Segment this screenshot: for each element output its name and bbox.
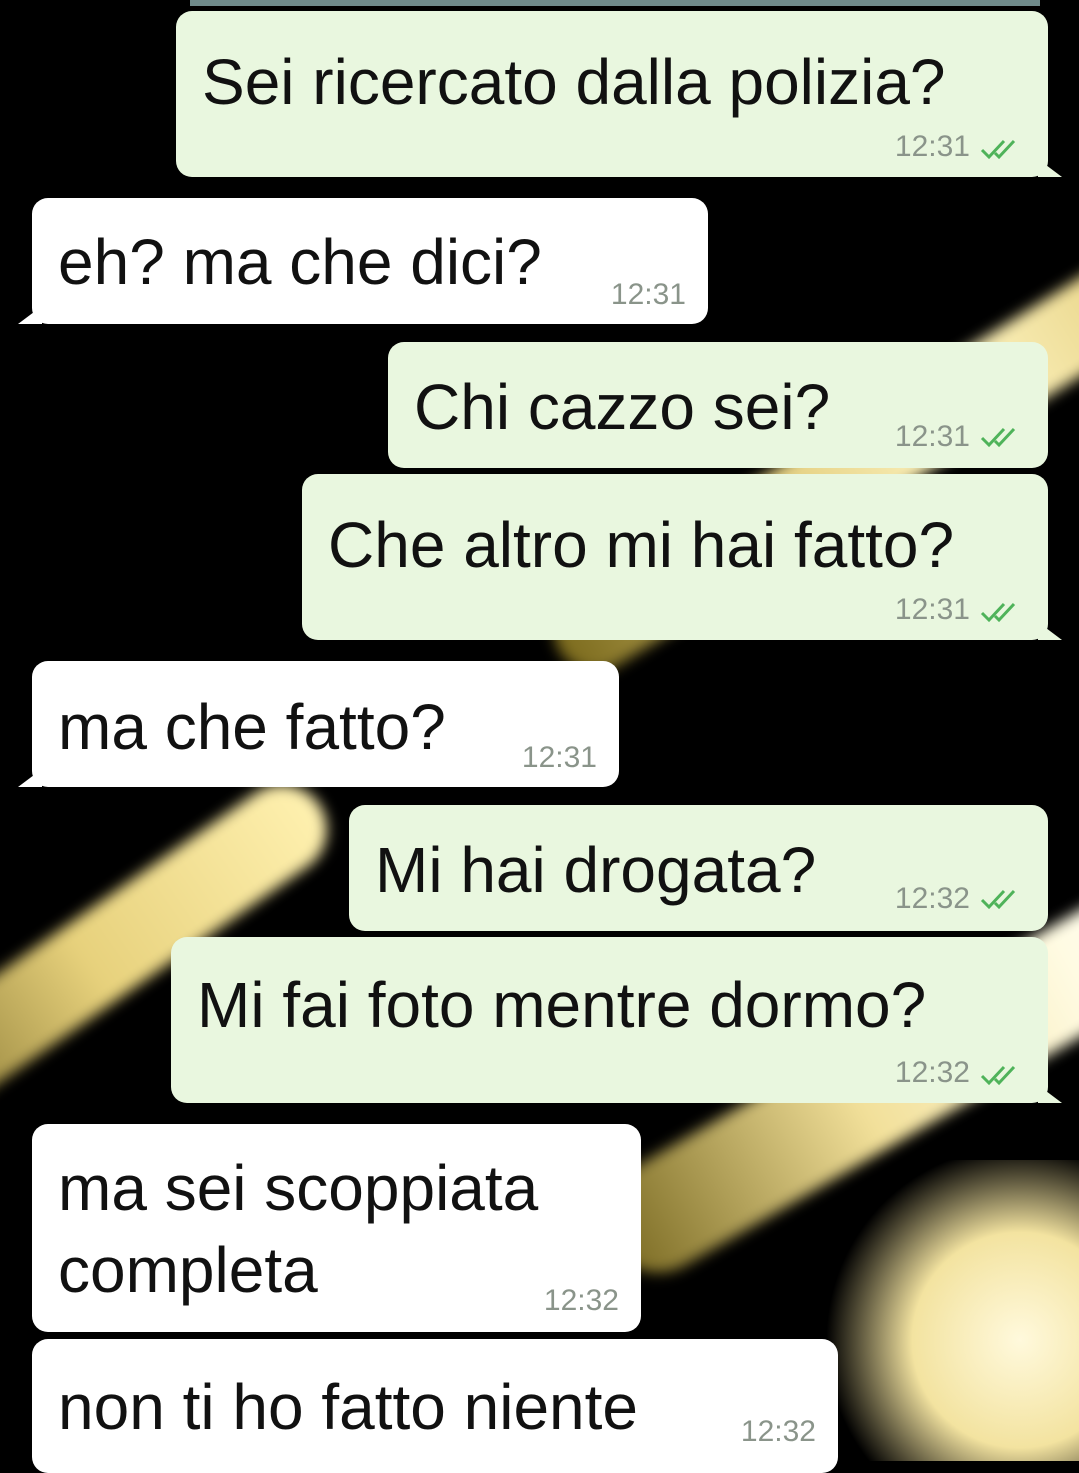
message-time: 12:31 [611, 278, 686, 312]
incoming-message[interactable]: ma sei scoppiata completa 12:32 [32, 1124, 641, 1332]
outgoing-message[interactable]: Che altro mi hai fatto? 12:31 [302, 474, 1048, 640]
double-check-icon [980, 1064, 1026, 1086]
incoming-message[interactable]: ma che fatto? 12:31 [32, 661, 619, 787]
outgoing-message[interactable]: Mi hai drogata? 12:32 [349, 805, 1048, 931]
message-text: Mi fai foto mentre dormo? [197, 964, 926, 1046]
message-text: Che altro mi hai fatto? [328, 504, 954, 586]
light-glow [820, 1160, 1079, 1461]
message-text: ma che fatto? [58, 686, 446, 768]
incoming-message[interactable]: non ti ho fatto niente 12:32 [32, 1339, 838, 1473]
outgoing-message[interactable]: Chi cazzo sei? 12:31 [388, 342, 1048, 468]
incoming-message[interactable]: eh? ma che dici? 12:31 [32, 198, 708, 324]
double-check-icon [980, 601, 1026, 623]
double-check-icon [980, 888, 1026, 910]
message-time: 12:32 [544, 1284, 619, 1318]
message-time: 12:32 [895, 1056, 970, 1090]
double-check-icon [980, 426, 1026, 448]
message-time: 12:31 [522, 741, 597, 775]
message-text: ma sei scoppiata completa [58, 1147, 538, 1311]
message-text: non ti ho fatto niente [58, 1366, 638, 1448]
message-time: 12:32 [895, 882, 970, 916]
message-text: Sei ricercato dalla polizia? [202, 41, 946, 123]
message-text: Chi cazzo sei? [414, 366, 830, 448]
double-check-icon [980, 138, 1026, 160]
message-text: eh? ma che dici? [58, 221, 542, 303]
outgoing-message[interactable]: Sei ricercato dalla polizia? 12:31 [176, 11, 1048, 177]
message-time: 12:31 [895, 420, 970, 454]
previous-bubble-edge [190, 0, 1040, 6]
message-time: 12:31 [895, 130, 970, 164]
outgoing-message[interactable]: Mi fai foto mentre dormo? 12:32 [171, 937, 1048, 1103]
message-time: 12:31 [895, 593, 970, 627]
message-text: Mi hai drogata? [375, 829, 816, 911]
message-time: 12:32 [741, 1415, 816, 1449]
